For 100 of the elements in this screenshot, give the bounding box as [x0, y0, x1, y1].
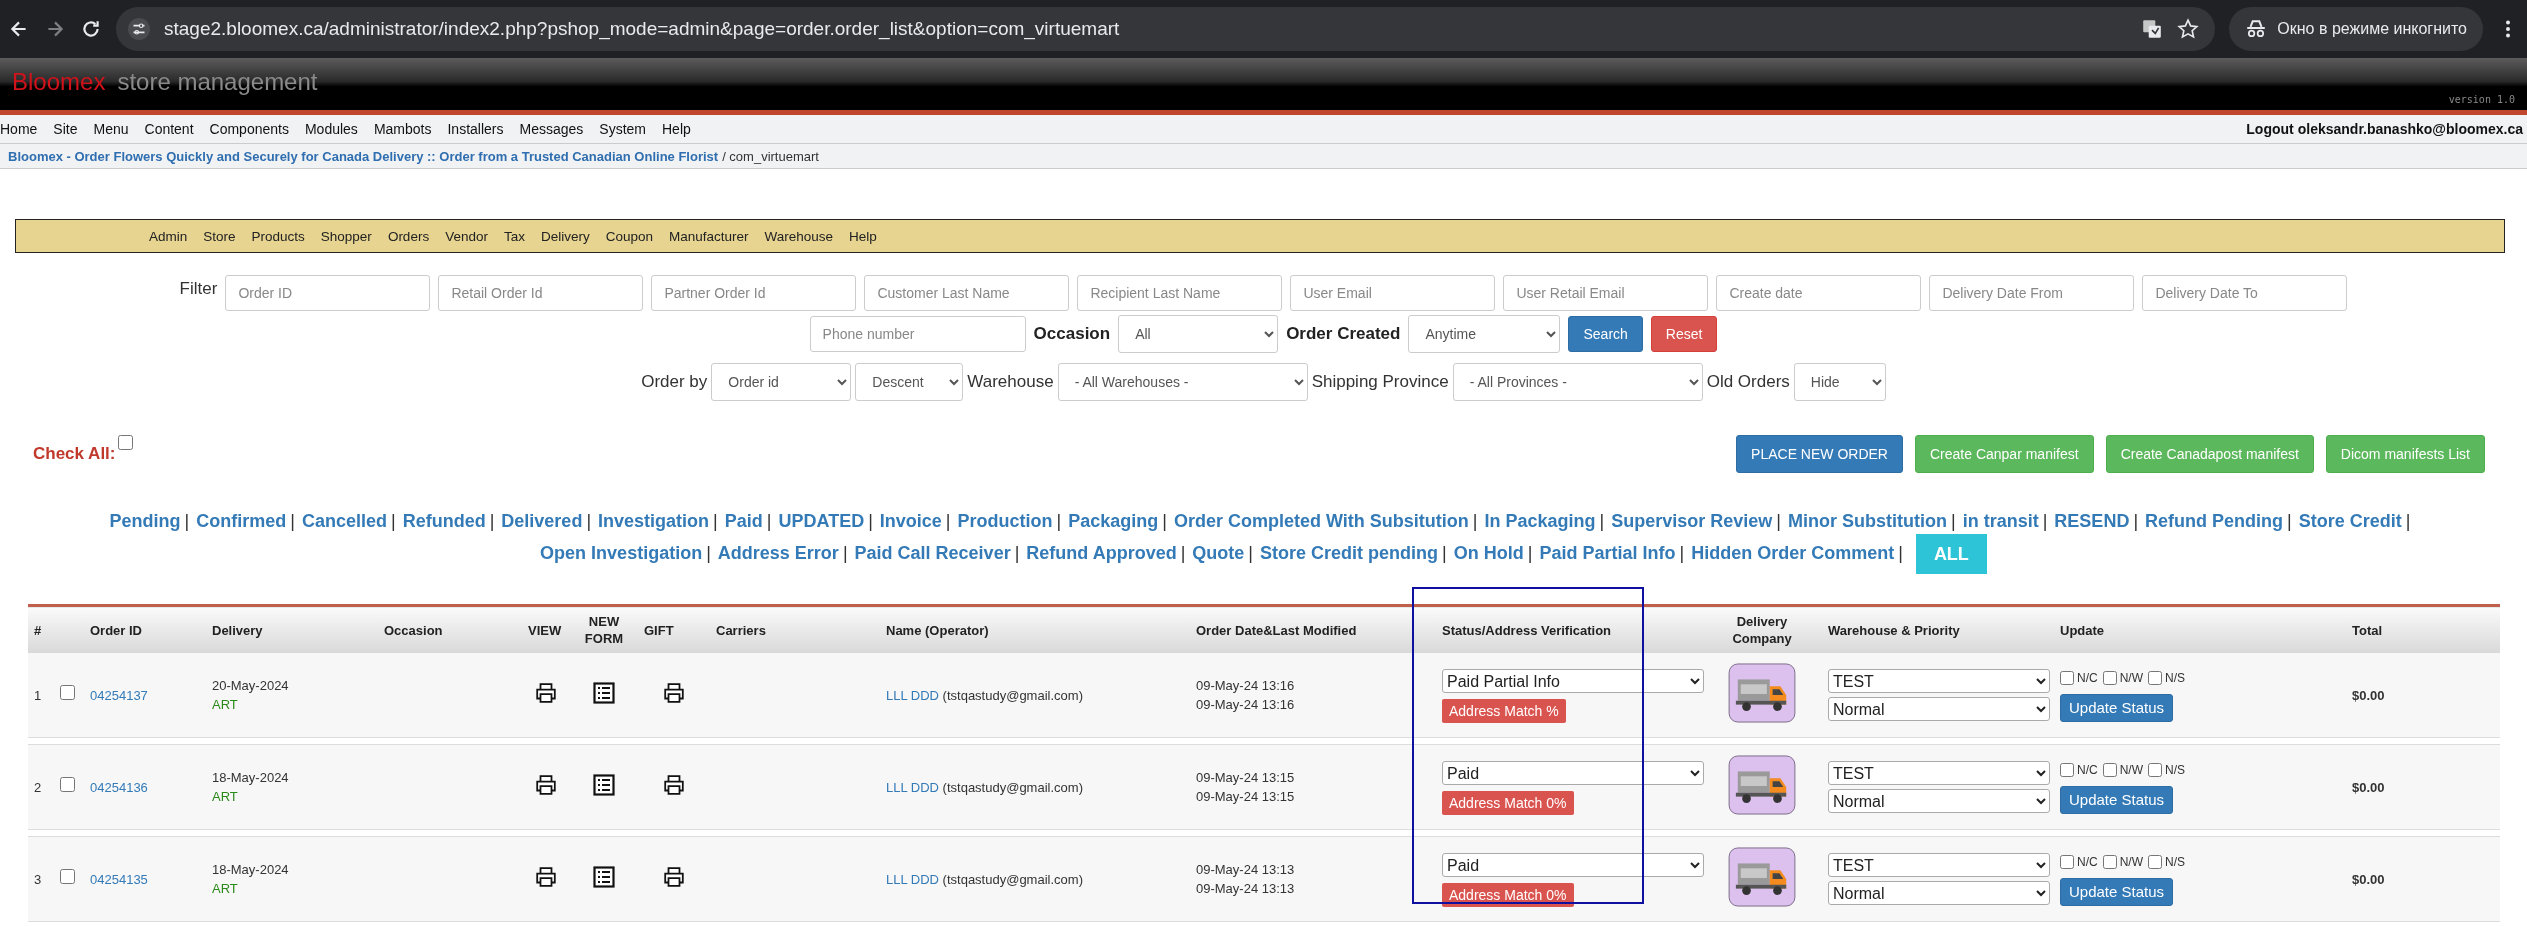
filter-field[interactable]: Delivery Date To: [2142, 275, 2348, 311]
status-filter-link[interactable]: Confirmed: [196, 509, 287, 534]
status-filter-link[interactable]: Minor Substitution: [1788, 509, 1947, 534]
form-list-icon[interactable]: [593, 681, 615, 704]
sort-dropdown[interactable]: Descent: [855, 363, 964, 401]
row-checkbox[interactable]: [60, 685, 75, 700]
check-all-checkbox[interactable]: [117, 435, 133, 450]
warehouse-dropdown[interactable]: TEST: [1828, 761, 2050, 785]
flag-checkbox[interactable]: [2060, 855, 2074, 869]
order-id-link[interactable]: 04254136: [90, 779, 148, 795]
filter-field[interactable]: Create date: [1716, 275, 1922, 311]
update-status-button[interactable]: Update Status: [2060, 877, 2174, 906]
menu-item[interactable]: Components: [209, 121, 289, 137]
action-button[interactable]: PLACE NEW ORDER: [1736, 435, 1903, 473]
printer-icon[interactable]: [663, 865, 685, 888]
sort-dropdown[interactable]: - All Provinces -: [1452, 363, 1703, 401]
flag-checkbox[interactable]: [2060, 763, 2074, 777]
status-filter-link[interactable]: Paid Call Receiver: [854, 540, 1011, 566]
sort-dropdown[interactable]: - All Warehouses -: [1057, 363, 1308, 401]
status-filter-link[interactable]: in transit: [1962, 509, 2039, 534]
address-bar[interactable]: stage2.bloomex.ca/administrator/index2.php?pshop_mode=admin&page=order.order_list&option=com_virtuemart: [116, 7, 2216, 51]
status-filter-link[interactable]: Pending: [109, 509, 181, 534]
admin-menu-item[interactable]: Store: [203, 228, 236, 244]
flag-checkbox[interactable]: [2102, 671, 2117, 685]
admin-menu-item[interactable]: Admin: [149, 228, 188, 244]
site-settings-icon[interactable]: [128, 18, 150, 40]
priority-dropdown[interactable]: Normal: [1828, 789, 2050, 813]
status-filter-link[interactable]: Supervisor Review: [1611, 509, 1773, 534]
action-button[interactable]: Dicom manifests List: [2325, 435, 2485, 473]
admin-menu-item[interactable]: Tax: [503, 228, 525, 244]
status-filter-link[interactable]: Store Credit pending: [1260, 540, 1439, 566]
action-button[interactable]: Create Canpar manifest: [1915, 435, 2094, 473]
menu-item[interactable]: Modules: [304, 121, 358, 137]
status-dropdown[interactable]: Paid: [1442, 761, 1704, 785]
menu-item[interactable]: Installers: [447, 121, 504, 137]
status-dropdown[interactable]: Paid: [1442, 853, 1704, 877]
menu-item[interactable]: Help: [662, 121, 691, 137]
filter-field[interactable]: Partner Order Id: [651, 275, 857, 311]
order-created-dropdown[interactable]: Anytime: [1408, 315, 1561, 353]
filter-field[interactable]: Customer Last Name: [864, 275, 1070, 311]
flag-checkbox[interactable]: [2148, 763, 2162, 777]
sort-dropdown[interactable]: Hide: [1793, 363, 1886, 401]
filter-field[interactable]: Order ID: [225, 275, 431, 311]
admin-menu-item[interactable]: Vendor: [445, 228, 488, 244]
status-filter-link[interactable]: Open Investigation: [540, 540, 703, 566]
update-status-button[interactable]: Update Status: [2060, 785, 2174, 814]
status-filter-link[interactable]: Paid Partial Info: [1539, 540, 1676, 566]
admin-menu-item[interactable]: Products: [251, 228, 305, 244]
admin-menu-item[interactable]: Coupon: [605, 228, 653, 244]
bookmark-star-icon[interactable]: [2177, 18, 2200, 40]
admin-menu-item[interactable]: Orders: [387, 228, 430, 244]
menu-item[interactable]: Messages: [519, 121, 584, 137]
status-filter-link[interactable]: Quote: [1192, 540, 1245, 566]
status-filter-link[interactable]: Store Credit: [2298, 509, 2402, 534]
admin-menu-item[interactable]: Warehouse: [764, 228, 834, 244]
breadcrumb-link[interactable]: Bloomex - Order Flowers Quickly and Securely for Canada Delivery :: Order from a Trusted Canadian Online Florist: [8, 148, 719, 164]
menu-item[interactable]: Mambots: [373, 121, 432, 137]
sort-dropdown[interactable]: Order id: [711, 363, 852, 401]
translate-icon[interactable]: [2141, 18, 2164, 40]
priority-dropdown[interactable]: Normal: [1828, 697, 2050, 721]
filter-field[interactable]: User Email: [1290, 275, 1496, 311]
operator-link[interactable]: LLL DDD: [886, 779, 939, 795]
admin-menu-item[interactable]: Manufacturer: [669, 228, 749, 244]
update-status-button[interactable]: Update Status: [2060, 693, 2174, 722]
reload-icon[interactable]: [80, 18, 102, 40]
status-filter-link[interactable]: Delivered: [501, 509, 583, 534]
warehouse-dropdown[interactable]: TEST: [1828, 853, 2050, 877]
logout-link[interactable]: Logout: [2246, 121, 2294, 137]
admin-menu-item[interactable]: Shopper: [320, 228, 372, 244]
status-filter-link[interactable]: Invoice: [879, 509, 942, 534]
status-filter-link[interactable]: Hidden Order Comment: [1691, 540, 1895, 566]
status-filter-link[interactable]: Refund Approved: [1026, 540, 1177, 566]
row-checkbox[interactable]: [60, 777, 75, 792]
flag-checkbox[interactable]: [2060, 671, 2074, 685]
flag-checkbox[interactable]: [2148, 855, 2162, 869]
operator-link[interactable]: LLL DDD: [886, 687, 939, 703]
status-filter-link[interactable]: Cancelled: [301, 509, 387, 534]
admin-menu-item[interactable]: Help: [849, 228, 877, 244]
menu-item[interactable]: Home: [0, 121, 38, 137]
status-filter-link[interactable]: Production: [957, 509, 1053, 534]
menu-item[interactable]: Content: [144, 121, 194, 137]
flag-checkbox[interactable]: [2102, 855, 2117, 869]
printer-icon[interactable]: [535, 681, 557, 704]
menu-item[interactable]: System: [599, 121, 646, 137]
form-list-icon[interactable]: [593, 773, 615, 796]
priority-dropdown[interactable]: Normal: [1828, 881, 2050, 905]
printer-icon[interactable]: [535, 773, 557, 796]
menu-item[interactable]: Site: [53, 121, 78, 137]
warehouse-dropdown[interactable]: TEST: [1828, 669, 2050, 693]
admin-menu-item[interactable]: Delivery: [540, 228, 590, 244]
order-id-link[interactable]: 04254137: [90, 687, 148, 703]
flag-checkbox[interactable]: [2102, 763, 2117, 777]
action-button[interactable]: Create Canadapost manifest: [2105, 435, 2314, 473]
status-filter-link[interactable]: In Packaging: [1484, 509, 1596, 534]
status-filter-link[interactable]: Order Completed With Subsitution: [1173, 509, 1469, 534]
reset-button[interactable]: Reset: [1650, 316, 1718, 352]
incognito-badge[interactable]: Окно в режиме инкогнито: [2229, 7, 2483, 51]
phone-field[interactable]: Phone number: [809, 316, 1026, 352]
status-filter-link[interactable]: RESEND: [2054, 509, 2130, 534]
printer-icon[interactable]: [535, 865, 557, 888]
